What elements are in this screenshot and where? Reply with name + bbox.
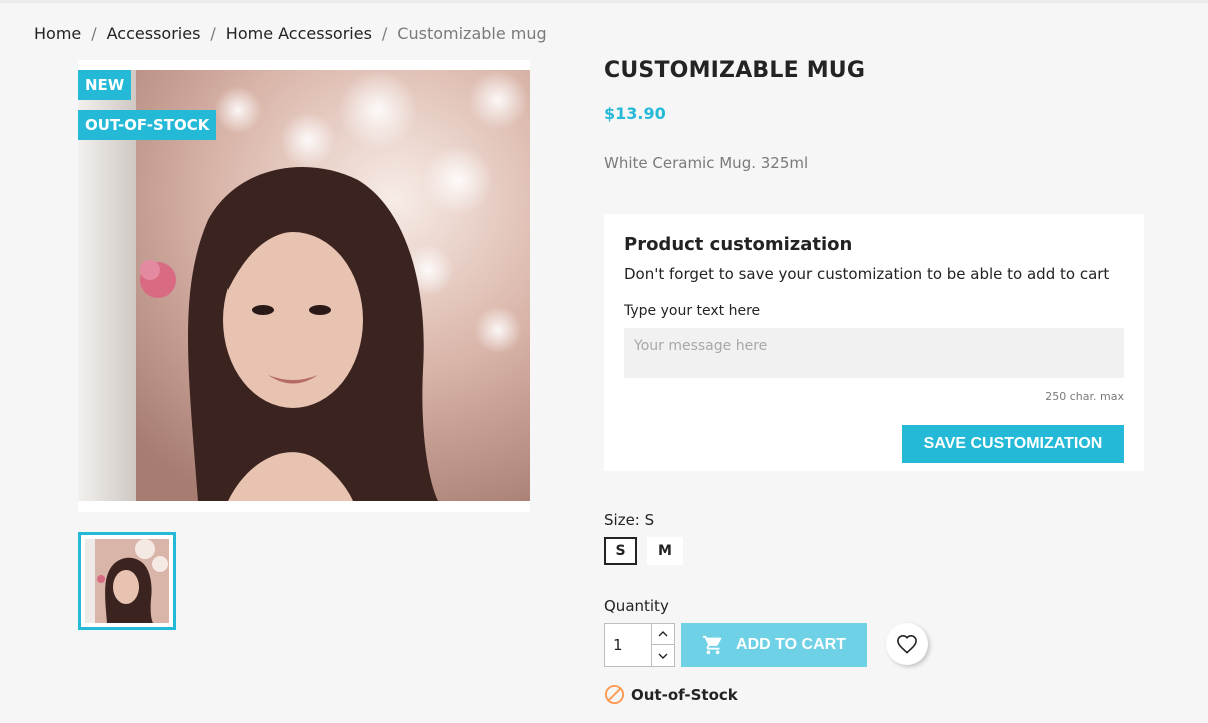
chevron-up-icon xyxy=(658,631,668,637)
breadcrumb-accessories[interactable]: Accessories xyxy=(107,24,201,43)
customization-note: Don't forget to save your customization … xyxy=(624,265,1110,283)
size-label: Size: S xyxy=(604,511,655,529)
quantity-decrease-button[interactable] xyxy=(651,645,674,666)
product-thumbnail[interactable] xyxy=(78,532,176,630)
availability-text: Out-of-Stock xyxy=(631,685,738,704)
out-of-stock-flag: OUT-OF-STOCK xyxy=(78,110,217,140)
availability-status: Out-of-Stock xyxy=(604,684,738,705)
size-option-s[interactable]: S xyxy=(604,537,637,565)
product-cover[interactable]: NEW OUT-OF-STOCK xyxy=(78,60,530,512)
chevron-down-icon xyxy=(658,653,668,659)
new-flag: NEW xyxy=(78,70,132,100)
breadcrumb-current: Customizable mug xyxy=(397,24,547,43)
customization-field-label: Type your text here xyxy=(624,303,761,319)
quantity-label: Quantity xyxy=(604,597,669,615)
size-option-m[interactable]: M xyxy=(647,537,683,565)
customization-title: Product customization xyxy=(624,234,853,255)
customization-message-input[interactable] xyxy=(624,328,1124,378)
customization-panel: Product customization Don't forget to sa… xyxy=(604,214,1144,471)
breadcrumb-separator: / xyxy=(91,24,97,43)
breadcrumb-home[interactable]: Home xyxy=(34,24,81,43)
add-to-cart-label: ADD TO CART xyxy=(736,636,846,653)
add-to-cart-button[interactable]: ADD TO CART xyxy=(681,623,867,667)
breadcrumb-home-accessories[interactable]: Home Accessories xyxy=(226,24,372,43)
shopping-cart-icon xyxy=(702,635,722,655)
quantity-stepper xyxy=(604,623,675,667)
product-description: White Ceramic Mug. 325ml xyxy=(604,154,809,172)
quantity-input[interactable] xyxy=(605,624,651,666)
ban-icon xyxy=(604,684,625,705)
header-divider xyxy=(0,0,1208,3)
product-price: $13.90 xyxy=(604,104,666,123)
breadcrumb: Home / Accessories / Home Accessories / … xyxy=(34,24,547,43)
product-title: CUSTOMIZABLE MUG xyxy=(604,58,866,83)
heart-icon xyxy=(897,634,917,654)
breadcrumb-separator: / xyxy=(381,24,388,43)
quantity-increase-button[interactable] xyxy=(651,624,674,645)
breadcrumb-separator: / xyxy=(210,24,216,43)
wishlist-button[interactable] xyxy=(886,623,928,665)
save-customization-button[interactable]: SAVE CUSTOMIZATION xyxy=(902,425,1124,463)
thumbnail-photo xyxy=(85,539,169,623)
char-limit-hint: 250 char. max xyxy=(1045,390,1124,403)
